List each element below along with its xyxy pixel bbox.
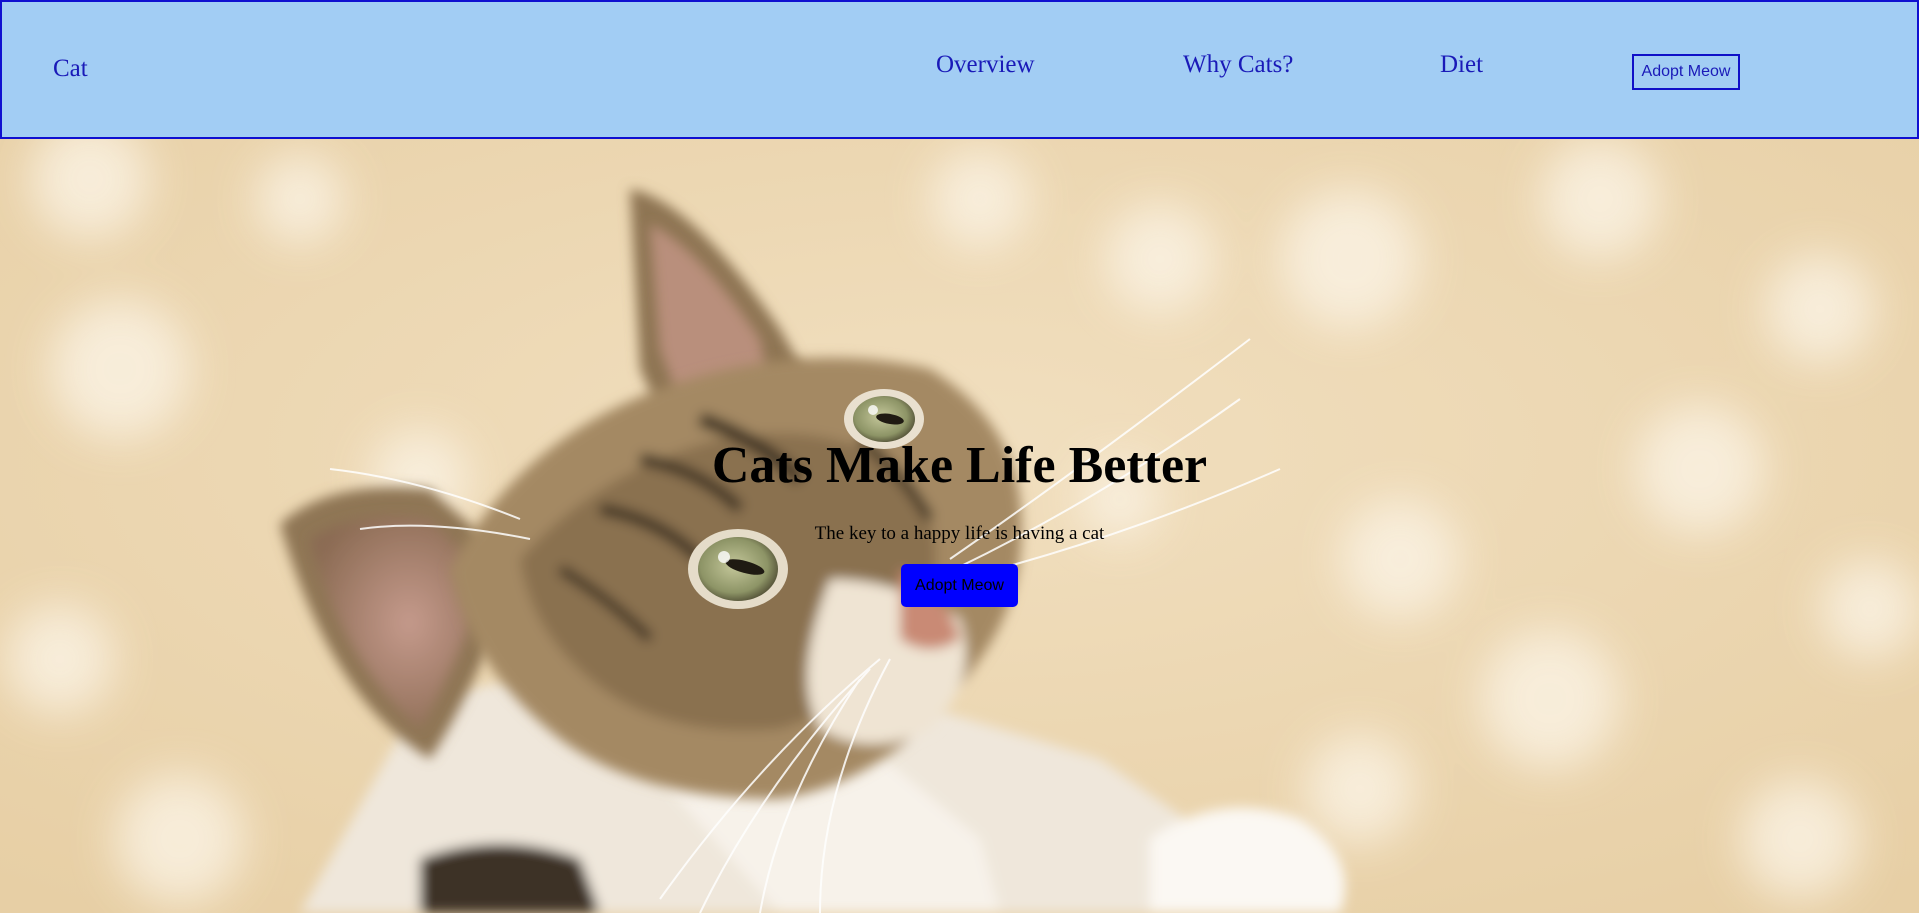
- nav-link-why-cats[interactable]: Why Cats?: [1183, 51, 1293, 79]
- nav-adopt-button[interactable]: Adopt Meow: [1632, 54, 1740, 90]
- navbar: Cat Overview Why Cats? Diet Adopt Meow: [0, 0, 1919, 139]
- nav-link-diet[interactable]: Diet: [1440, 51, 1483, 79]
- logo-link[interactable]: Cat: [53, 55, 88, 83]
- hero-title: Cats Make Life Better: [711, 437, 1208, 494]
- nav-link-overview[interactable]: Overview: [936, 51, 1035, 79]
- hero-section: Cats Make Life Better The key to a happy…: [0, 139, 1919, 913]
- hero-adopt-button[interactable]: Adopt Meow: [901, 564, 1018, 607]
- hero-subtitle: The key to a happy life is having a cat: [814, 523, 1105, 544]
